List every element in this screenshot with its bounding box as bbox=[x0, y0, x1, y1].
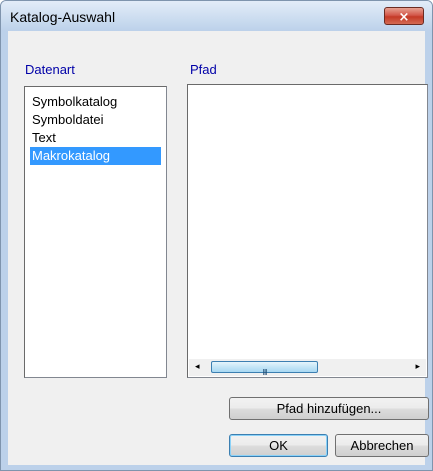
add-path-button[interactable]: Pfad hinzufügen... bbox=[229, 397, 429, 420]
pfad-label: Pfad bbox=[190, 62, 217, 77]
horizontal-scrollbar[interactable]: ◂ III ▸ bbox=[189, 359, 426, 377]
ok-button[interactable]: OK bbox=[229, 434, 328, 457]
datenart-listbox[interactable]: Symbolkatalog Symboldatei Text Makrokata… bbox=[24, 86, 167, 378]
list-item-makrokatalog[interactable]: Makrokatalog bbox=[30, 147, 161, 165]
title-bar[interactable]: Katalog-Auswahl × bbox=[1, 1, 432, 31]
scroll-right-icon[interactable]: ▸ bbox=[415, 362, 420, 372]
close-button[interactable]: × bbox=[384, 7, 424, 25]
cancel-button[interactable]: Abbrechen bbox=[335, 434, 429, 457]
list-item-symbolkatalog[interactable]: Symbolkatalog bbox=[30, 93, 120, 111]
scroll-left-icon[interactable]: ◂ bbox=[195, 362, 200, 372]
datenart-label: Datenart bbox=[25, 62, 75, 77]
scroll-thumb[interactable]: III bbox=[211, 361, 318, 377]
thumb-grip-icon: III bbox=[262, 368, 267, 377]
list-item-text[interactable]: Text bbox=[30, 129, 59, 147]
pfad-listbox[interactable]: ◂ III ▸ bbox=[187, 84, 428, 378]
window-title: Katalog-Auswahl bbox=[10, 9, 116, 25]
close-icon: × bbox=[398, 10, 410, 25]
list-item-symboldatei[interactable]: Symboldatei bbox=[30, 111, 107, 129]
